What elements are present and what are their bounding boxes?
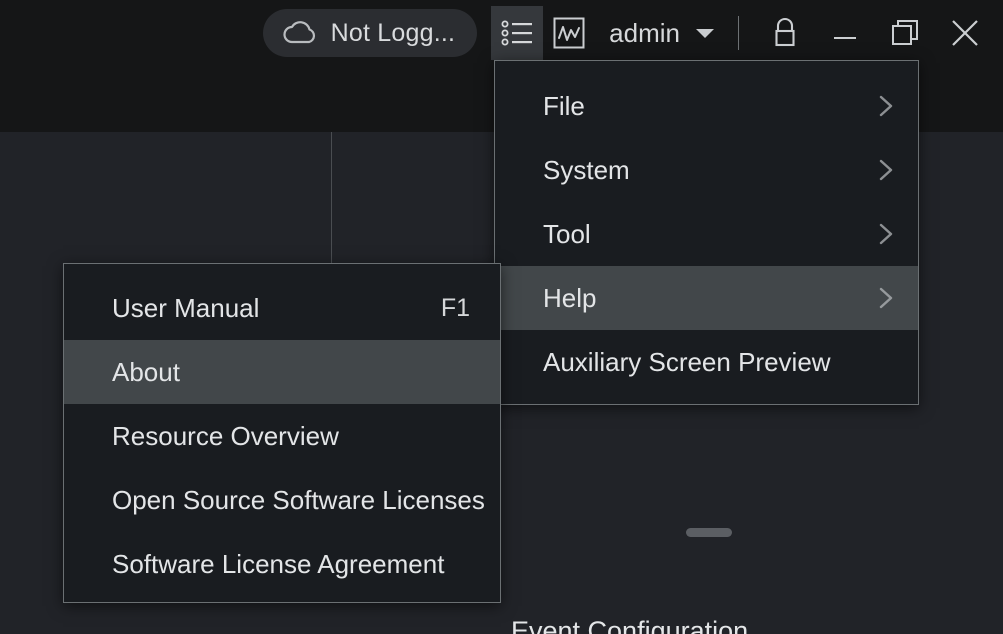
restore-window-button[interactable]: [875, 6, 935, 60]
chevron-right-icon: [876, 284, 896, 312]
waveform-chart-icon: [552, 16, 586, 50]
list-menu-icon: [500, 17, 534, 49]
restore-window-icon: [888, 16, 922, 50]
menu-item-label: File: [543, 91, 585, 122]
submenu-item-shortcut: F1: [441, 294, 470, 323]
menu-item-auxiliary-screen-preview[interactable]: Auxiliary Screen Preview: [495, 330, 918, 394]
chevron-down-icon: [694, 26, 716, 40]
submenu-item-label: User Manual: [112, 293, 259, 324]
minimize-button[interactable]: [815, 6, 875, 60]
lock-button[interactable]: [755, 6, 815, 60]
submenu-item-about[interactable]: About: [64, 340, 500, 404]
titlebar-separator: [738, 16, 739, 50]
menu-item-system[interactable]: System: [495, 138, 918, 202]
submenu-item-label: Software License Agreement: [112, 549, 444, 580]
username-label: admin: [609, 18, 680, 49]
close-button[interactable]: [935, 6, 995, 60]
background-pill-handle: [686, 528, 732, 537]
close-icon: [947, 15, 983, 51]
submenu-item-software-license-agreement[interactable]: Software License Agreement: [64, 532, 500, 596]
waveform-chart-button[interactable]: [543, 6, 595, 60]
login-status-label: Not Logg...: [331, 19, 456, 48]
background-label-event-configuration[interactable]: Event Configuration: [511, 616, 748, 634]
submenu-item-label: About: [112, 357, 180, 388]
menu-item-help[interactable]: Help: [495, 266, 918, 330]
login-status-button[interactable]: Not Logg...: [263, 9, 478, 57]
submenu-item-open-source-software-licenses[interactable]: Open Source Software Licenses: [64, 468, 500, 532]
help-submenu: User Manual F1 About Resource Overview O…: [63, 263, 501, 603]
submenu-item-label: Open Source Software Licenses: [112, 485, 485, 516]
menu-item-label: Tool: [543, 219, 591, 250]
lock-icon: [770, 15, 800, 51]
main-menu-button[interactable]: [491, 6, 543, 60]
menu-item-file[interactable]: File: [495, 74, 918, 138]
minimize-icon: [829, 17, 861, 49]
submenu-item-resource-overview[interactable]: Resource Overview: [64, 404, 500, 468]
menu-item-tool[interactable]: Tool: [495, 202, 918, 266]
chevron-right-icon: [876, 156, 896, 184]
chevron-right-icon: [876, 92, 896, 120]
chevron-right-icon: [876, 220, 896, 248]
submenu-item-label: Resource Overview: [112, 421, 339, 452]
menu-item-label: System: [543, 155, 630, 186]
user-menu-button[interactable]: admin: [595, 6, 722, 60]
main-dropdown-menu: File System Tool Help Au: [494, 60, 919, 405]
menu-item-label: Auxiliary Screen Preview: [543, 347, 831, 378]
menu-item-label: Help: [543, 283, 596, 314]
submenu-item-user-manual[interactable]: User Manual F1: [64, 276, 500, 340]
cloud-icon: [281, 19, 319, 47]
